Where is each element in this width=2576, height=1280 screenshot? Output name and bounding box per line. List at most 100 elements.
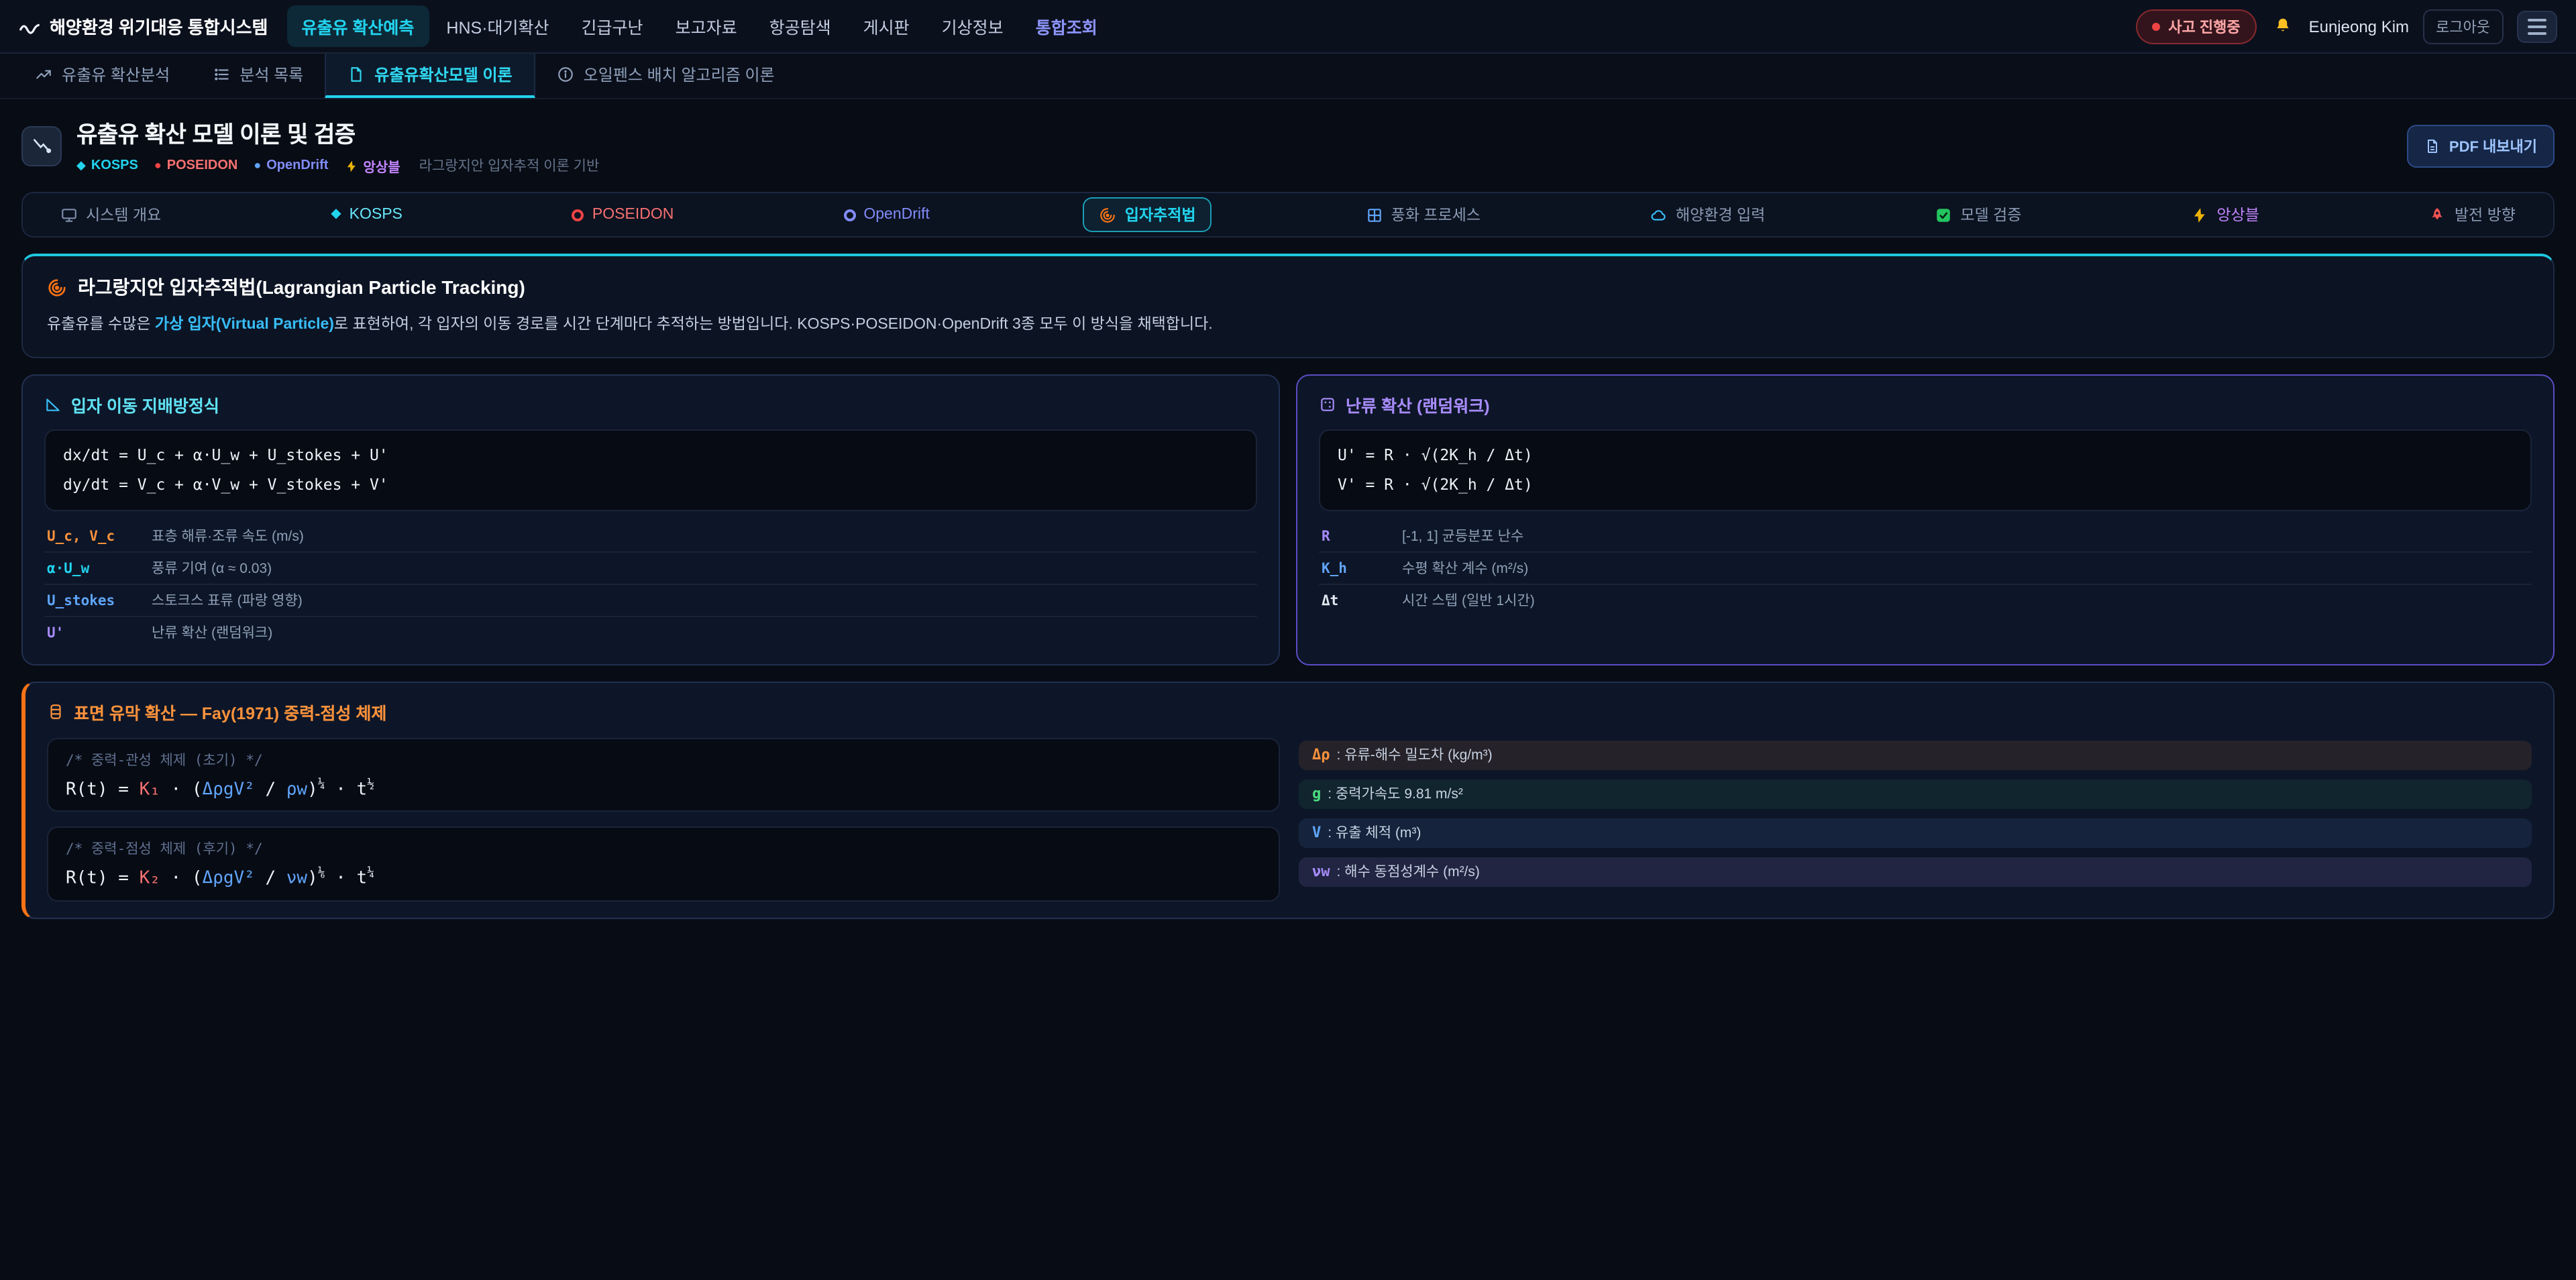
- nav-item-hns-air-dispersion[interactable]: HNS·대기확산: [431, 5, 564, 47]
- fay-term-row: V : 유출 체적 (m³): [1299, 818, 2532, 848]
- app-logo[interactable]: 해양환경 위기대응 통합시스템: [19, 13, 268, 39]
- section-item-particle-tracking[interactable]: 입자추적법: [1083, 197, 1212, 232]
- tab-label: 오일펜스 배치 알고리즘 이론: [584, 63, 775, 86]
- turbulent-diffusion-card: 난류 확산 (랜덤워크) U' = R · √(2K_h / Δt) V' = …: [1296, 375, 2555, 665]
- card-title: 표면 유막 확산 — Fay(1971) 중력-점성 체제: [47, 699, 2532, 725]
- term-row: K_h 수평 확산 계수 (m²/s): [1319, 551, 2532, 584]
- random-walk-code: U' = R · √(2K_h / Δt) V' = R · √(2K_h / …: [1319, 430, 2532, 511]
- section-title: 라그랑지안 입자추적법(Lagrangian Particle Tracking…: [47, 274, 2529, 301]
- pdf-export-button[interactable]: PDF 내보내기: [2408, 124, 2555, 167]
- code-comment: /* 중력-관성 체제 (초기) */: [66, 750, 1261, 770]
- dice-icon: [1319, 396, 1336, 414]
- badge-ensemble: 앙상블: [344, 156, 400, 176]
- badge-opendrift: ● OpenDrift: [254, 158, 328, 173]
- main-content: 라그랑지안 입자추적법(Lagrangian Particle Tracking…: [0, 237, 2576, 918]
- formula: R(t) = K₁ · (ΔρgV² / ρw)¼ · t½: [66, 778, 1261, 800]
- cloud-icon: [1650, 206, 1668, 223]
- fay-term-row: νw : 해수 동점성계수 (m²/s): [1299, 857, 2532, 887]
- tab-oil-spill-analysis[interactable]: 유출유 확산분석: [13, 54, 191, 98]
- section-item-opendrift[interactable]: OpenDrift: [827, 200, 945, 229]
- page-icon: [21, 125, 62, 166]
- logout-button[interactable]: 로그아웃: [2422, 9, 2504, 44]
- equation-cards-row: 입자 이동 지배방정식 dx/dt = U_c + α·U_w + U_stok…: [21, 375, 2555, 665]
- tab-diffusion-model-theory[interactable]: 유출유확산모델 이론: [325, 54, 535, 98]
- dot-icon: ●: [154, 160, 162, 172]
- incident-status-badge: 사고 진행중: [2136, 9, 2256, 44]
- nav-item-board[interactable]: 게시판: [849, 5, 924, 47]
- term-definitions: U_c, V_c 표층 해류·조류 속도 (m/s) α·U_w 풍류 기여 (…: [44, 521, 1257, 648]
- term-definitions: R [-1, 1] 균등분포 난수 K_h 수평 확산 계수 (m²/s) Δt…: [1319, 521, 2532, 616]
- badge-poseidon: ● POSEIDON: [154, 158, 237, 173]
- fay-spreading-card: 표면 유막 확산 — Fay(1971) 중력-점성 체제 /* 중력-관성 체…: [21, 682, 2555, 918]
- fay-grid: /* 중력-관성 체제 (초기) */ R(t) = K₁ · (ΔρgV² /…: [47, 738, 2532, 901]
- badge-kosps: ◆ KOSPS: [76, 158, 138, 173]
- term-row: U' 난류 확산 (랜덤워크): [44, 616, 1257, 648]
- main-nav: 유출유 확산예측 HNS·대기확산 긴급구난 보고자료 항공탐색 게시판 기상정…: [286, 5, 1112, 47]
- nav-item-emergency-rescue[interactable]: 긴급구난: [567, 5, 658, 47]
- rocket-icon: [2429, 206, 2447, 223]
- sub-tabbar: 유출유 확산분석 분석 목록 유출유확산모델 이론 오일펜스 배치 알고리즘 이…: [0, 54, 2576, 99]
- page-meta: ◆ KOSPS ● POSEIDON ● OpenDrift 앙상블: [76, 156, 599, 176]
- section-item-marine-environment-input[interactable]: 해양환경 입력: [1634, 197, 1781, 232]
- term-row: U_c, V_c 표층 해류·조류 속도 (m/s): [44, 521, 1257, 551]
- list-icon: [213, 66, 230, 83]
- tab-label: 유출유확산모델 이론: [374, 63, 512, 86]
- oil-barrel-icon: [47, 703, 64, 721]
- nav-item-oil-spill-prediction[interactable]: 유출유 확산예측: [286, 5, 429, 47]
- hamburger-icon: [2528, 18, 2546, 21]
- ring-icon: [572, 209, 584, 221]
- section-item-model-validation[interactable]: 모델 검증: [1919, 197, 2037, 232]
- term-row: Δt 시간 스텝 (일반 1시간): [1319, 584, 2532, 616]
- section-item-system-overview[interactable]: 시스템 개요: [44, 197, 177, 232]
- term-row: U_stokes 스토크스 표류 (파랑 영향): [44, 584, 1257, 616]
- fay-formulas: /* 중력-관성 체제 (초기) */ R(t) = K₁ · (ΔρgV² /…: [47, 738, 1280, 901]
- logo-wave-icon: [19, 15, 40, 37]
- code-comment: /* 중력-점성 체제 (후기) */: [66, 839, 1261, 859]
- section-item-kosps[interactable]: ◆ KOSPS: [315, 200, 419, 229]
- section-item-ensemble[interactable]: 앙상블: [2175, 197, 2275, 232]
- nav-item-weather-info[interactable]: 기상정보: [927, 5, 1018, 47]
- notifications-button[interactable]: [2270, 13, 2296, 39]
- tab-label: 분석 목록: [239, 63, 303, 86]
- code-line: dx/dt = U_c + α·U_w + U_stokes + U': [63, 442, 1238, 471]
- tab-label: 유출유 확산분석: [62, 63, 170, 86]
- incident-dot-icon: [2152, 22, 2160, 30]
- check-icon: [1935, 206, 1952, 223]
- incident-label: 사고 진행중: [2168, 15, 2240, 37]
- tab-analysis-list[interactable]: 분석 목록: [191, 54, 325, 98]
- tab-oil-fence-algorithm-theory[interactable]: 오일펜스 배치 알고리즘 이론: [535, 54, 796, 98]
- menu-button[interactable]: [2517, 10, 2557, 42]
- section-item-weathering-process[interactable]: 풍화 프로세스: [1350, 197, 1497, 232]
- dot-icon: ●: [254, 160, 261, 172]
- code-line: V' = R · √(2K_h / Δt): [1338, 470, 2513, 499]
- section-description: 유출유를 수많은 가상 입자(Virtual Particle)로 표현하여, …: [47, 313, 2529, 337]
- formula: R(t) = K₂ · (ΔρgV² / νw)⅙ · t¼: [66, 867, 1261, 890]
- code-line: U' = R · √(2K_h / Δt): [1338, 442, 2513, 471]
- document-icon: [347, 66, 365, 83]
- chart-icon: [35, 66, 52, 83]
- nav-item-integrated-search[interactable]: 통합조회: [1021, 5, 1112, 47]
- gravity-inertia-block: /* 중력-관성 체제 (초기) */ R(t) = K₁ · (ΔρgV² /…: [47, 738, 1280, 812]
- governing-equation-code: dx/dt = U_c + α·U_w + U_stokes + U' dy/d…: [44, 430, 1257, 511]
- section-item-poseidon[interactable]: POSEIDON: [556, 200, 690, 229]
- nav-item-reports[interactable]: 보고자료: [661, 5, 752, 47]
- page-subtitle: 라그랑지안 입자추적 이론 기반: [419, 156, 600, 176]
- fay-term-list: Δρ : 유류-해수 밀도차 (kg/m³) g : 중력가속도 9.81 m/…: [1299, 738, 2532, 901]
- ring-icon: [843, 209, 855, 221]
- lightning-icon: [2191, 206, 2208, 223]
- term-row: R [-1, 1] 균등분포 난수: [1319, 521, 2532, 551]
- bell-icon: [2273, 16, 2293, 36]
- monitor-icon: [60, 206, 78, 223]
- term-row: α·U_w 풍류 기여 (α ≈ 0.03): [44, 551, 1257, 584]
- section-item-future-direction[interactable]: 발전 방향: [2413, 197, 2532, 232]
- fay-term-row: Δρ : 유류-해수 밀도차 (kg/m³): [1299, 741, 2532, 770]
- lagrangian-intro-panel: 라그랑지안 입자추적법(Lagrangian Particle Tracking…: [21, 254, 2555, 359]
- section-nav: 시스템 개요 ◆ KOSPS POSEIDON OpenDrift 입자추적법 …: [21, 192, 2555, 237]
- nav-item-aerial-search[interactable]: 항공탐색: [755, 5, 846, 47]
- fay-term-row: g : 중력가속도 9.81 m/s²: [1299, 780, 2532, 809]
- user-name: Eunjeong Kim: [2309, 17, 2409, 36]
- gravity-viscous-block: /* 중력-점성 체제 (후기) */ R(t) = K₂ · (ΔρgV² /…: [47, 827, 1280, 902]
- diamond-icon: ◆: [331, 208, 341, 221]
- vortex-icon: [47, 277, 67, 297]
- diamond-icon: ◆: [76, 160, 86, 172]
